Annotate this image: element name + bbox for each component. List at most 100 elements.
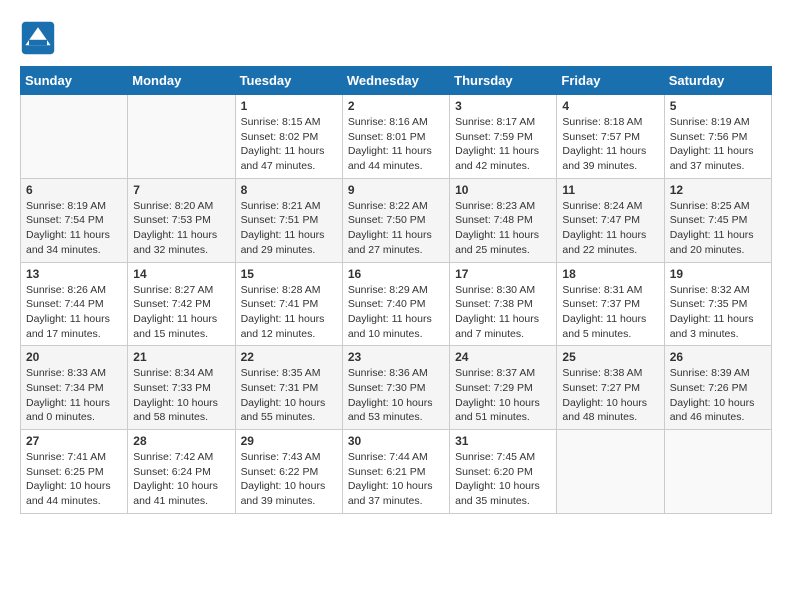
header-tuesday: Tuesday <box>235 67 342 95</box>
calendar-cell: 9Sunrise: 8:22 AM Sunset: 7:50 PM Daylig… <box>342 178 449 262</box>
day-number: 12 <box>670 183 766 197</box>
logo <box>20 20 60 56</box>
calendar-cell: 12 Sunrise: 8:25 AM Sunset: 7:45 PM Dayli… <box>664 178 771 262</box>
calendar-cell: 19Sunrise: 8:32 AM Sunset: 7:35 PM Dayli… <box>664 262 771 346</box>
day-info: Sunrise: 7:43 AM Sunset: 6:22 PM Dayligh… <box>241 450 337 509</box>
calendar-cell: 24 Sunrise: 8:37 AM Sunset: 7:29 PM Dayli… <box>450 346 557 430</box>
day-info: Sunrise: 8:38 AM Sunset: 7:27 PM Dayligh… <box>562 366 658 425</box>
page-header <box>20 20 772 56</box>
calendar-cell: 17 Sunrise: 8:30 AM Sunset: 7:38 PM Dayli… <box>450 262 557 346</box>
day-number: 23 <box>348 350 444 364</box>
calendar-cell <box>557 430 664 514</box>
day-number: 22 <box>241 350 337 364</box>
calendar-cell: 6 Sunrise: 8:19 AM Sunset: 7:54 PM Daylig… <box>21 178 128 262</box>
calendar-table: SundayMondayTuesdayWednesdayThursdayFrid… <box>20 66 772 514</box>
day-number: 28 <box>133 434 229 448</box>
header-thursday: Thursday <box>450 67 557 95</box>
day-number: 20 <box>26 350 122 364</box>
day-info: Sunrise: 7:41 AM Sunset: 6:25 PM Dayligh… <box>26 450 122 509</box>
calendar-week-3: 13 Sunrise: 8:26 AM Sunset: 7:44 PM Dayli… <box>21 262 772 346</box>
calendar-week-5: 27 Sunrise: 7:41 AM Sunset: 6:25 PM Dayli… <box>21 430 772 514</box>
day-info: Sunrise: 8:19 AM Sunset: 7:56 PM Dayligh… <box>670 115 766 174</box>
calendar-cell <box>21 95 128 179</box>
day-info: Sunrise: 8:35 AM Sunset: 7:31 PM Dayligh… <box>241 366 337 425</box>
day-number: 16 <box>348 267 444 281</box>
day-number: 7 <box>133 183 229 197</box>
calendar-cell: 28Sunrise: 7:42 AM Sunset: 6:24 PM Dayli… <box>128 430 235 514</box>
calendar-cell: 4 Sunrise: 8:18 AM Sunset: 7:57 PM Daylig… <box>557 95 664 179</box>
day-number: 27 <box>26 434 122 448</box>
day-number: 6 <box>26 183 122 197</box>
day-info: Sunrise: 8:17 AM Sunset: 7:59 PM Dayligh… <box>455 115 551 174</box>
calendar-cell <box>664 430 771 514</box>
header-saturday: Saturday <box>664 67 771 95</box>
day-number: 25 <box>562 350 658 364</box>
calendar-cell: 3 Sunrise: 8:17 AM Sunset: 7:59 PM Daylig… <box>450 95 557 179</box>
day-number: 15 <box>241 267 337 281</box>
header-sunday: Sunday <box>21 67 128 95</box>
day-info: Sunrise: 8:19 AM Sunset: 7:54 PM Dayligh… <box>26 199 122 258</box>
day-info: Sunrise: 8:23 AM Sunset: 7:48 PM Dayligh… <box>455 199 551 258</box>
day-number: 1 <box>241 99 337 113</box>
calendar-cell: 29 Sunrise: 7:43 AM Sunset: 6:22 PM Dayli… <box>235 430 342 514</box>
day-info: Sunrise: 7:44 AM Sunset: 6:21 PM Dayligh… <box>348 450 444 509</box>
day-info: Sunrise: 8:20 AM Sunset: 7:53 PM Dayligh… <box>133 199 229 258</box>
calendar-week-2: 6 Sunrise: 8:19 AM Sunset: 7:54 PM Daylig… <box>21 178 772 262</box>
calendar-cell: 11 Sunrise: 8:24 AM Sunset: 7:47 PM Dayli… <box>557 178 664 262</box>
day-number: 21 <box>133 350 229 364</box>
day-info: Sunrise: 8:34 AM Sunset: 7:33 PM Dayligh… <box>133 366 229 425</box>
day-info: Sunrise: 8:30 AM Sunset: 7:38 PM Dayligh… <box>455 283 551 342</box>
day-info: Sunrise: 8:21 AM Sunset: 7:51 PM Dayligh… <box>241 199 337 258</box>
day-info: Sunrise: 8:24 AM Sunset: 7:47 PM Dayligh… <box>562 199 658 258</box>
calendar-cell: 20 Sunrise: 8:33 AM Sunset: 7:34 PM Dayli… <box>21 346 128 430</box>
day-number: 24 <box>455 350 551 364</box>
calendar-cell: 25 Sunrise: 8:38 AM Sunset: 7:27 PM Dayli… <box>557 346 664 430</box>
calendar-cell: 16 Sunrise: 8:29 AM Sunset: 7:40 PM Dayli… <box>342 262 449 346</box>
day-info: Sunrise: 8:18 AM Sunset: 7:57 PM Dayligh… <box>562 115 658 174</box>
day-number: 4 <box>562 99 658 113</box>
day-number: 19 <box>670 267 766 281</box>
day-info: Sunrise: 8:37 AM Sunset: 7:29 PM Dayligh… <box>455 366 551 425</box>
calendar-cell: 23 Sunrise: 8:36 AM Sunset: 7:30 PM Dayli… <box>342 346 449 430</box>
day-info: Sunrise: 8:26 AM Sunset: 7:44 PM Dayligh… <box>26 283 122 342</box>
calendar-cell: 26Sunrise: 8:39 AM Sunset: 7:26 PM Dayli… <box>664 346 771 430</box>
day-number: 17 <box>455 267 551 281</box>
day-info: Sunrise: 8:25 AM Sunset: 7:45 PM Dayligh… <box>670 199 766 258</box>
calendar-header-row: SundayMondayTuesdayWednesdayThursdayFrid… <box>21 67 772 95</box>
day-info: Sunrise: 8:31 AM Sunset: 7:37 PM Dayligh… <box>562 283 658 342</box>
day-number: 3 <box>455 99 551 113</box>
day-info: Sunrise: 8:16 AM Sunset: 8:01 PM Dayligh… <box>348 115 444 174</box>
day-info: Sunrise: 8:28 AM Sunset: 7:41 PM Dayligh… <box>241 283 337 342</box>
day-info: Sunrise: 8:33 AM Sunset: 7:34 PM Dayligh… <box>26 366 122 425</box>
day-number: 29 <box>241 434 337 448</box>
calendar-cell: 18 Sunrise: 8:31 AM Sunset: 7:37 PM Dayli… <box>557 262 664 346</box>
day-info: Sunrise: 8:36 AM Sunset: 7:30 PM Dayligh… <box>348 366 444 425</box>
day-number: 5 <box>670 99 766 113</box>
calendar-cell: 31 Sunrise: 7:45 AM Sunset: 6:20 PM Dayli… <box>450 430 557 514</box>
calendar-cell: 1 Sunrise: 8:15 AM Sunset: 8:02 PM Daylig… <box>235 95 342 179</box>
header-monday: Monday <box>128 67 235 95</box>
calendar-cell: 30 Sunrise: 7:44 AM Sunset: 6:21 PM Dayli… <box>342 430 449 514</box>
day-number: 13 <box>26 267 122 281</box>
calendar-cell: 2Sunrise: 8:16 AM Sunset: 8:01 PM Daylig… <box>342 95 449 179</box>
day-number: 11 <box>562 183 658 197</box>
day-number: 26 <box>670 350 766 364</box>
day-info: Sunrise: 8:15 AM Sunset: 8:02 PM Dayligh… <box>241 115 337 174</box>
calendar-cell: 21 Sunrise: 8:34 AM Sunset: 7:33 PM Dayli… <box>128 346 235 430</box>
calendar-cell: 22 Sunrise: 8:35 AM Sunset: 7:31 PM Dayli… <box>235 346 342 430</box>
day-number: 31 <box>455 434 551 448</box>
calendar-week-4: 20 Sunrise: 8:33 AM Sunset: 7:34 PM Dayli… <box>21 346 772 430</box>
day-number: 30 <box>348 434 444 448</box>
day-info: Sunrise: 8:29 AM Sunset: 7:40 PM Dayligh… <box>348 283 444 342</box>
logo-icon <box>20 20 56 56</box>
day-info: Sunrise: 7:45 AM Sunset: 6:20 PM Dayligh… <box>455 450 551 509</box>
calendar-cell: 14Sunrise: 8:27 AM Sunset: 7:42 PM Dayli… <box>128 262 235 346</box>
day-number: 18 <box>562 267 658 281</box>
day-info: Sunrise: 8:22 AM Sunset: 7:50 PM Dayligh… <box>348 199 444 258</box>
calendar-cell <box>128 95 235 179</box>
calendar-cell: 10 Sunrise: 8:23 AM Sunset: 7:48 PM Dayli… <box>450 178 557 262</box>
calendar-cell: 27 Sunrise: 7:41 AM Sunset: 6:25 PM Dayli… <box>21 430 128 514</box>
day-number: 10 <box>455 183 551 197</box>
calendar-week-1: 1 Sunrise: 8:15 AM Sunset: 8:02 PM Daylig… <box>21 95 772 179</box>
day-number: 8 <box>241 183 337 197</box>
